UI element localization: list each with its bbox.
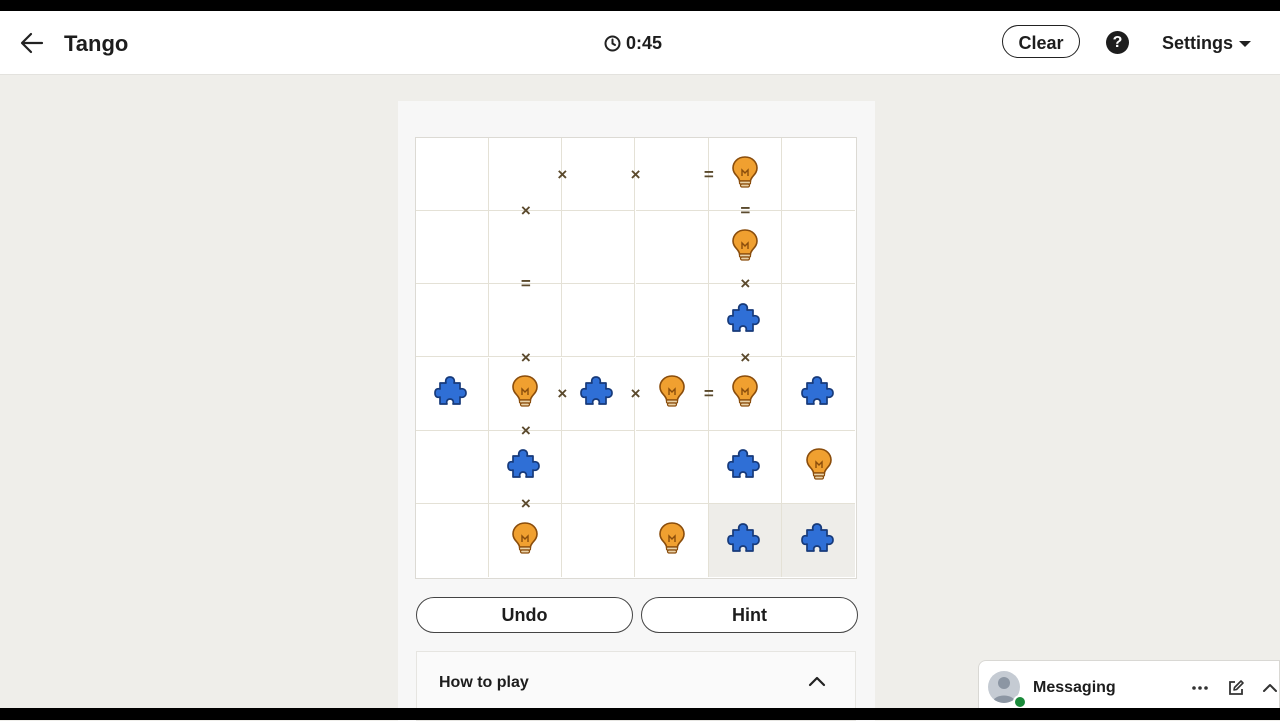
board-cell[interactable] <box>635 138 709 211</box>
board-cell[interactable] <box>562 504 636 577</box>
lightbulb-icon <box>731 155 759 194</box>
cross-sign-icon: × <box>520 494 531 513</box>
online-status-dot <box>1013 695 1027 709</box>
board-cell[interactable] <box>562 357 636 431</box>
lightbulb-icon <box>511 521 539 560</box>
board-cell[interactable] <box>635 357 709 431</box>
chevron-up-icon[interactable] <box>1261 679 1279 697</box>
cross-sign-icon: × <box>630 164 641 184</box>
how-to-play-title: How to play <box>439 674 529 691</box>
board-cell[interactable] <box>489 430 563 504</box>
board-cell[interactable] <box>562 430 636 504</box>
board-cell[interactable] <box>562 211 636 285</box>
board-cell[interactable] <box>489 504 563 577</box>
board-cell[interactable] <box>416 504 489 577</box>
help-icon[interactable]: ? <box>1106 31 1129 54</box>
equal-sign-icon: = <box>703 384 714 404</box>
chevron-up-icon[interactable] <box>807 672 827 690</box>
cross-sign-icon: × <box>520 201 531 221</box>
undo-button[interactable]: Undo <box>416 597 633 633</box>
equal-sign-icon: = <box>740 201 751 221</box>
lightbulb-icon <box>731 374 759 413</box>
board-cell[interactable] <box>416 138 489 211</box>
board-cell[interactable] <box>636 504 709 577</box>
messaging-label: Messaging <box>1033 679 1116 696</box>
board-cell[interactable] <box>708 138 782 211</box>
board-cell[interactable] <box>489 138 563 211</box>
back-arrow-icon[interactable] <box>18 29 46 57</box>
cross-sign-icon: × <box>630 384 641 404</box>
header-bar: Tango 0:45 Clear ? Settings <box>0 11 1280 75</box>
board-cell[interactable] <box>708 357 782 431</box>
puzzle-piece-icon <box>800 374 837 413</box>
lightbulb-icon <box>511 374 539 413</box>
board-cell[interactable] <box>708 284 782 358</box>
board-cell[interactable] <box>562 138 636 211</box>
equal-sign-icon: = <box>520 274 531 294</box>
board-cell[interactable] <box>708 430 782 504</box>
hint-button[interactable]: Hint <box>641 597 858 633</box>
cross-sign-icon: × <box>557 384 568 404</box>
lightbulb-icon <box>805 447 833 486</box>
lightbulb-icon <box>658 374 686 413</box>
cross-sign-icon: × <box>557 164 568 184</box>
board-cell[interactable] <box>635 284 709 358</box>
board-cell[interactable] <box>782 284 855 358</box>
board-cell[interactable] <box>782 211 855 285</box>
chevron-down-icon <box>1239 40 1252 47</box>
lightbulb-icon <box>658 521 686 560</box>
compose-icon[interactable] <box>1227 679 1245 697</box>
puzzle-piece-icon <box>434 374 470 413</box>
lightbulb-icon <box>731 228 759 267</box>
board-cell[interactable] <box>708 504 782 577</box>
more-options-icon[interactable] <box>1191 679 1209 697</box>
tango-board: × × = × × = × = = × × × × × <box>415 137 857 579</box>
clear-button[interactable]: Clear <box>1002 25 1080 58</box>
puzzle-piece-icon <box>507 447 543 486</box>
board-cell[interactable] <box>782 504 855 577</box>
cross-sign-icon: × <box>740 347 751 367</box>
top-letterbox <box>0 0 1280 11</box>
board-cell[interactable] <box>416 357 489 431</box>
bottom-letterbox <box>0 708 1280 720</box>
cross-sign-icon: × <box>520 347 531 367</box>
board-cell[interactable] <box>489 284 563 358</box>
puzzle-piece-icon <box>726 521 763 560</box>
board-cell[interactable] <box>782 138 855 211</box>
timer: 0:45 <box>604 33 662 54</box>
puzzle-piece-icon <box>726 301 763 340</box>
board-cell[interactable] <box>782 358 855 431</box>
board-cell[interactable] <box>635 430 709 504</box>
settings-menu[interactable]: Settings <box>1162 33 1252 54</box>
clock-icon <box>604 35 621 52</box>
board-cell[interactable] <box>635 211 709 285</box>
board-cell[interactable] <box>489 211 563 285</box>
puzzle-piece-icon <box>580 374 616 413</box>
cross-sign-icon: × <box>740 274 751 294</box>
board-cell[interactable] <box>416 284 489 358</box>
puzzle-piece-icon <box>800 521 837 560</box>
board-cell[interactable] <box>562 284 636 358</box>
equal-sign-icon: = <box>703 164 714 184</box>
page-title: Tango <box>64 31 129 56</box>
board-cell[interactable] <box>708 211 782 285</box>
settings-label: Settings <box>1162 33 1234 53</box>
board-cell[interactable] <box>416 430 489 504</box>
cross-sign-icon: × <box>520 420 531 440</box>
puzzle-piece-icon <box>726 447 763 486</box>
timer-value: 0:45 <box>626 33 663 53</box>
board-cell[interactable] <box>416 211 489 285</box>
board-cell[interactable] <box>489 357 563 431</box>
board-cell[interactable] <box>782 431 855 504</box>
